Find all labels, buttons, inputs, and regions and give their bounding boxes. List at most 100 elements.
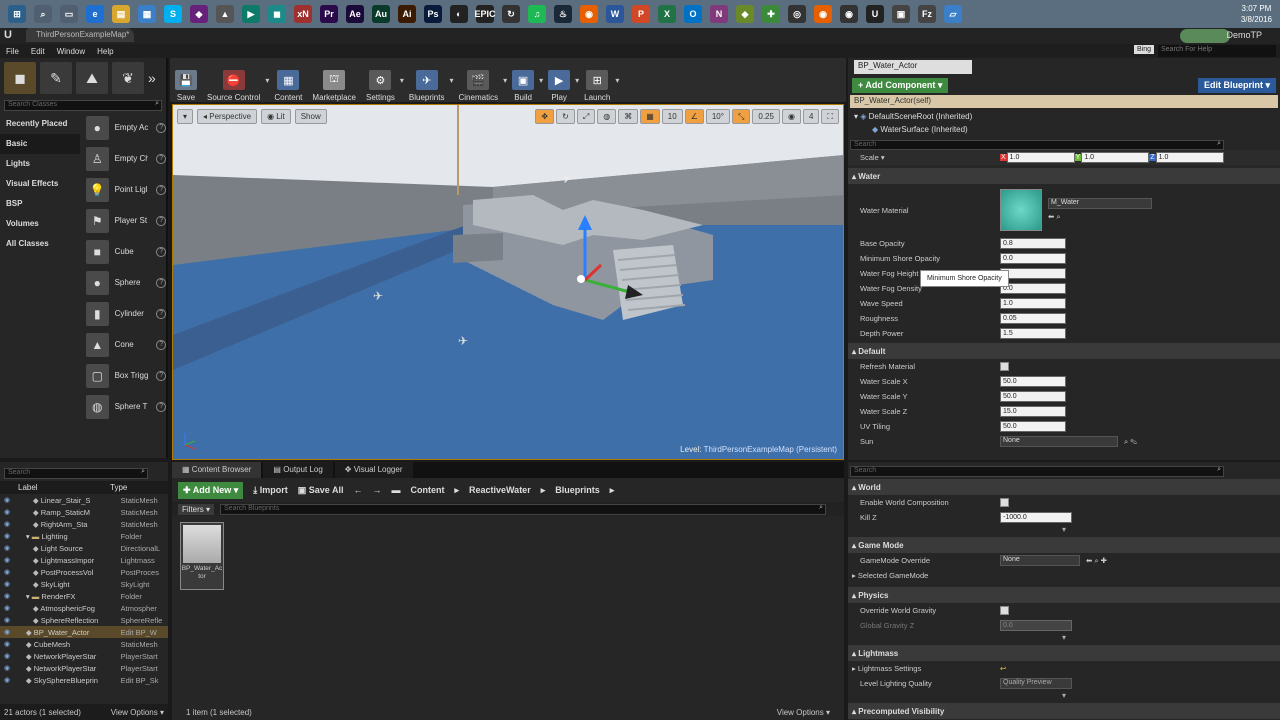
visibility-eye-icon[interactable]: ◉ <box>0 664 12 672</box>
menu-edit[interactable]: Edit <box>31 47 45 56</box>
visibility-eye-icon[interactable]: ◉ <box>0 652 12 660</box>
foliage-mode-icon[interactable]: ❦ <box>112 62 144 94</box>
landscape-mode-icon[interactable]: ⛰ <box>76 62 108 94</box>
maximize-viewport-icon[interactable]: ⛶ <box>821 109 839 124</box>
outliner-row[interactable]: ◉ ◆ LightmassImpor Lightmass <box>0 554 168 566</box>
app-icon[interactable]: ▱ <box>944 5 962 23</box>
outliner-row[interactable]: ◉ ◆ RightArm_Sta StaticMesh <box>0 518 168 530</box>
visual-studio-icon[interactable]: ◆ <box>190 5 208 23</box>
property-value-field[interactable]: 1.5 <box>1000 328 1066 339</box>
sun-browse-icons[interactable]: ⌕ ✎ <box>1124 437 1137 447</box>
app-icon[interactable]: ✚ <box>762 5 780 23</box>
firefox-icon[interactable]: ◉ <box>580 5 598 23</box>
more-modes-icon[interactable]: » <box>148 70 156 86</box>
lightmass-section-header[interactable]: ▴ Lightmass <box>848 645 1280 661</box>
photoshop-icon[interactable]: Ps <box>424 5 442 23</box>
visibility-eye-icon[interactable]: ◉ <box>0 616 12 624</box>
firefox-icon[interactable]: ◉ <box>814 5 832 23</box>
audition-icon[interactable]: Au <box>372 5 390 23</box>
placeable-item[interactable]: ▢ Box Trigg? <box>82 360 166 391</box>
visibility-eye-icon[interactable]: ◉ <box>0 640 12 648</box>
app-icon[interactable]: ◉ <box>840 5 858 23</box>
help-icon[interactable]: ? <box>156 122 166 133</box>
excel-icon[interactable]: X <box>658 5 676 23</box>
scale-mode-icon[interactable]: ⤢ <box>576 109 596 124</box>
visibility-eye-icon[interactable]: ◉ <box>0 592 12 600</box>
selected-gamemode-expander[interactable]: ▸ Selected GameMode <box>852 571 928 580</box>
visibility-eye-icon[interactable]: ◉ <box>0 604 12 612</box>
outlook-icon[interactable]: O <box>684 5 702 23</box>
property-value-field[interactable]: 15.0 <box>1000 406 1066 417</box>
place-mode-icon[interactable]: ◼ <box>4 62 36 94</box>
lightmass-settings-expander[interactable]: ▸ Lightmass Settings <box>852 664 1000 673</box>
component-self-row[interactable]: BP_Water_Actor(self) <box>850 95 1278 108</box>
toolbar-build-button[interactable]: ▣ Build <box>507 58 539 102</box>
placeable-item[interactable]: ▮ Cylinder? <box>82 298 166 329</box>
property-value-field[interactable]: 50.0 <box>1000 421 1066 432</box>
help-icon[interactable]: ? <box>156 215 166 226</box>
scale-z-field[interactable]: 1.0 <box>1155 152 1224 163</box>
visibility-eye-icon[interactable]: ◉ <box>0 520 12 528</box>
scale-label[interactable]: Scale ▾ <box>860 153 1000 162</box>
windows-start-icon[interactable]: ⊞ <box>8 5 26 23</box>
category-recently-placed[interactable]: Recently Placed <box>0 114 80 134</box>
toolbar-blueprints-button[interactable]: ✈ Blueprints <box>404 58 450 102</box>
water-section-header[interactable]: ▴ Water <box>848 168 1280 184</box>
app-icon[interactable]: Fz <box>918 5 936 23</box>
breadcrumb-content[interactable]: Content <box>410 485 444 495</box>
toolbar-source-control-button[interactable]: ⛔ Source Control <box>202 58 265 102</box>
scale-y-field[interactable]: 1.0 <box>1081 152 1150 163</box>
menu-file[interactable]: File <box>6 47 19 56</box>
add-new-button[interactable]: ✚ Add New ▾ <box>178 481 244 499</box>
outliner-row[interactable]: ◉ ◆ Ramp_StaticM StaticMesh <box>0 506 168 518</box>
visibility-eye-icon[interactable]: ◉ <box>0 496 12 504</box>
placeable-item[interactable]: ♙ Empty Ch? <box>82 143 166 174</box>
import-button[interactable]: ⤓ Import <box>253 485 288 496</box>
toolbar-marketplace-button[interactable]: ⛫ Marketplace <box>307 58 361 102</box>
placeable-item[interactable]: ▲ Cone? <box>82 329 166 360</box>
steam-icon[interactable]: ♨ <box>554 5 572 23</box>
outliner-row[interactable]: ◉ ◆ NetworkPlayerStar PlayerStart <box>0 650 168 662</box>
outliner-row[interactable]: ◉ ▾ ▬ Lighting Folder <box>0 530 168 542</box>
show-button[interactable]: Show <box>294 109 327 124</box>
component-tree-child[interactable]: ◆ WaterSurface (Inherited) <box>854 123 1274 136</box>
visibility-eye-icon[interactable]: ◉ <box>0 580 12 588</box>
visibility-eye-icon[interactable]: ◉ <box>0 568 12 576</box>
rotation-snap-icon[interactable]: ∠ <box>684 109 704 124</box>
paint-mode-icon[interactable]: ✎ <box>40 62 72 94</box>
lit-button[interactable]: ◉ Lit <box>261 109 291 124</box>
refresh-material-checkbox[interactable] <box>1000 362 1009 371</box>
toolbar-save-button[interactable]: 💾 Save <box>170 58 202 102</box>
help-icon[interactable]: ? <box>156 370 166 381</box>
outliner-row[interactable]: ◉ ◆ SkyLight SkyLight <box>0 578 168 590</box>
onenote-icon[interactable]: N <box>710 5 728 23</box>
precomputed-section-header[interactable]: ▴ Precomputed Visibility <box>848 703 1280 719</box>
menu-help[interactable]: Help <box>97 47 113 56</box>
visibility-eye-icon[interactable]: ◉ <box>0 508 12 516</box>
world-section-header[interactable]: ▴ World <box>848 479 1280 495</box>
property-value-field[interactable]: 50.0 <box>1000 376 1066 387</box>
category-visual-effects[interactable]: Visual Effects <box>0 174 80 194</box>
outliner-row[interactable]: ◉ ◆ SkySphereBlueprin Edit BP_Sk <box>0 674 168 686</box>
category-lights[interactable]: Lights <box>0 154 80 174</box>
powerpoint-icon[interactable]: P <box>632 5 650 23</box>
type-column-header[interactable]: Type <box>110 483 127 492</box>
physics-section-header[interactable]: ▴ Physics <box>848 587 1280 603</box>
visibility-eye-icon[interactable]: ◉ <box>0 628 12 636</box>
app-icon[interactable]: ▶ <box>242 5 260 23</box>
taskbar-clock[interactable]: 3:07 PM 3/8/2016 <box>1241 3 1272 25</box>
save-all-button[interactable]: ▣ Save All <box>298 485 344 496</box>
app-icon[interactable]: ◆ <box>736 5 754 23</box>
breadcrumb-reactivewater[interactable]: ReactiveWater <box>469 485 531 495</box>
nav-forward-icon[interactable]: → <box>372 485 381 495</box>
visibility-eye-icon[interactable]: ◉ <box>0 676 12 684</box>
gamemode-browse-icons[interactable]: ⬅ ⌕ ✚ <box>1086 556 1107 566</box>
expand-arrow-icon[interactable]: ▾ <box>848 525 1280 537</box>
camera-speed-icon[interactable]: ◉ <box>781 109 801 124</box>
toolbar-dropdown-icon[interactable]: ▾ <box>615 76 619 85</box>
app-icon[interactable]: ▣ <box>892 5 910 23</box>
lighting-quality-dropdown[interactable]: Quality Preview <box>1000 678 1072 689</box>
scale-snap-value[interactable]: 0.25 <box>752 109 780 124</box>
xn-icon[interactable]: xN <box>294 5 312 23</box>
app-icon[interactable]: ▲ <box>216 5 234 23</box>
